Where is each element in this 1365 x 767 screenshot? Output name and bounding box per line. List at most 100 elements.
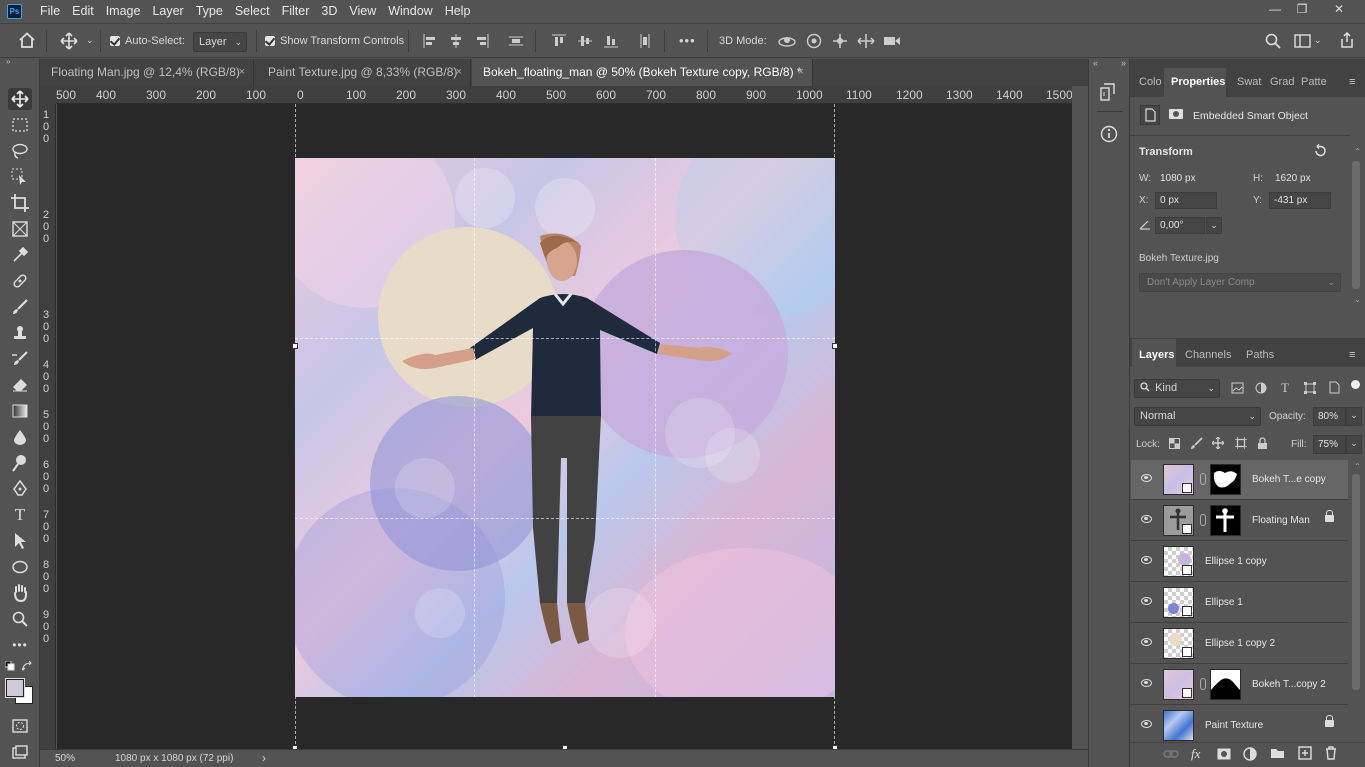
align-bottom-icon[interactable]	[604, 34, 618, 51]
healing-brush-tool-icon[interactable]	[8, 270, 32, 292]
distribute-icon[interactable]	[509, 34, 523, 51]
eyedropper-tool-icon[interactable]	[8, 244, 32, 266]
lock-all-icon[interactable]	[1257, 437, 1268, 452]
filter-type-icon[interactable]: T	[1281, 380, 1289, 396]
auto-select-dropdown[interactable]: Layer ⌄	[193, 32, 247, 52]
restore-button[interactable]: ❐	[1284, 0, 1320, 20]
blur-tool-icon[interactable]	[8, 426, 32, 448]
path-selection-tool-icon[interactable]	[8, 530, 32, 552]
fill-field[interactable]: 75%	[1313, 435, 1346, 454]
filter-pixel-icon[interactable]	[1231, 382, 1244, 397]
info-icon[interactable]	[1100, 125, 1118, 146]
layer-row-floating-man[interactable]: Floating Man	[1131, 501, 1348, 541]
distribute-vertical-icon[interactable]	[638, 34, 652, 51]
menu-edit[interactable]: Edit	[66, 0, 100, 23]
search-icon[interactable]	[1265, 33, 1281, 52]
menu-3d[interactable]: 3D	[315, 0, 343, 23]
layer-name[interactable]: Ellipse 1 copy	[1205, 556, 1267, 567]
show-transform-checkbox[interactable]	[265, 35, 275, 47]
angle-field[interactable]: 0,00°	[1155, 217, 1205, 234]
default-colors-icon[interactable]	[4, 660, 15, 674]
foreground-color-swatch[interactable]	[5, 678, 25, 698]
object-selection-tool-icon[interactable]	[8, 166, 32, 188]
menu-view[interactable]: View	[343, 0, 382, 23]
align-top-icon[interactable]	[552, 34, 566, 51]
visibility-eye-icon[interactable]	[1141, 638, 1152, 646]
document-info[interactable]: 1080 px x 1080 px (72 ppi)	[115, 753, 233, 764]
x-position-field[interactable]: 0 px	[1155, 192, 1217, 209]
transform-handle[interactable]	[292, 343, 298, 349]
visibility-eye-icon[interactable]	[1141, 720, 1152, 728]
tab-swatches[interactable]: Swat	[1237, 76, 1261, 88]
filter-adjustment-icon[interactable]	[1255, 382, 1267, 397]
move-tool-icon[interactable]	[60, 32, 78, 53]
document-canvas[interactable]	[295, 158, 835, 697]
eraser-tool-icon[interactable]	[8, 374, 32, 396]
clone-stamp-tool-icon[interactable]	[8, 322, 32, 344]
zoom-level[interactable]: 50%	[55, 753, 75, 764]
transform-handle[interactable]	[832, 343, 838, 349]
properties-scrollbar[interactable]: ⌃ ⌄	[1351, 147, 1361, 307]
history-brush-tool-icon[interactable]	[8, 348, 32, 370]
lock-position-icon[interactable]	[1211, 436, 1225, 452]
quick-mask-icon[interactable]	[8, 715, 32, 737]
brush-tool-icon[interactable]	[8, 296, 32, 318]
tab-layers[interactable]: Layers	[1139, 349, 1174, 361]
ellipse-tool-icon[interactable]	[8, 556, 32, 578]
layer-style-icon[interactable]: fx	[1191, 746, 1200, 762]
layer-name[interactable]: Bokeh T...copy 2	[1252, 679, 1326, 690]
filter-shape-icon[interactable]	[1304, 382, 1316, 397]
3d-camera-icon[interactable]	[883, 34, 901, 51]
status-menu-arrow[interactable]: ›	[262, 751, 266, 765]
blend-mode-dropdown[interactable]: Normal ⌄	[1134, 407, 1261, 426]
visibility-eye-icon[interactable]	[1141, 474, 1152, 482]
layer-name[interactable]: Floating Man	[1252, 515, 1310, 526]
3d-orbit-icon[interactable]	[778, 33, 796, 52]
layers-scrollbar[interactable]: ⌃	[1351, 462, 1361, 742]
add-mask-icon[interactable]	[1217, 748, 1231, 763]
lasso-tool-icon[interactable]	[8, 140, 32, 162]
expand-icon[interactable]: »	[1121, 58, 1126, 68]
layer-row-paint-texture[interactable]: Paint Texture	[1131, 706, 1348, 742]
chevron-down-icon[interactable]: ⌄	[86, 35, 94, 46]
menu-filter[interactable]: Filter	[276, 0, 316, 23]
layer-row-ellipse-1-copy[interactable]: Ellipse 1 copy	[1131, 542, 1348, 582]
menu-file[interactable]: File	[34, 0, 66, 23]
lock-transparent-icon[interactable]	[1169, 438, 1180, 452]
close-window-button[interactable]: ✕	[1321, 0, 1357, 20]
layer-row-bokeh-texture-copy[interactable]: Bokeh T...e copy	[1131, 460, 1348, 500]
adjustment-layer-icon[interactable]	[1243, 747, 1257, 764]
reset-transform-icon[interactable]	[1313, 143, 1327, 161]
menu-image[interactable]: Image	[100, 0, 147, 23]
layer-row-bokeh-texture-copy-2[interactable]: Bokeh T...copy 2	[1131, 665, 1348, 705]
filter-toggle[interactable]	[1351, 380, 1360, 389]
3d-slide-icon[interactable]	[857, 33, 875, 52]
3d-roll-icon[interactable]	[805, 33, 823, 52]
tab-gradients[interactable]: Grad	[1270, 76, 1294, 88]
filter-smart-object-icon[interactable]	[1329, 381, 1340, 397]
layer-name[interactable]: Ellipse 1	[1205, 597, 1243, 608]
frame-tool-icon[interactable]	[8, 218, 32, 240]
tab-color[interactable]: Colo	[1139, 76, 1162, 88]
panel-menu-icon[interactable]: ≡	[1349, 349, 1355, 361]
menu-layer[interactable]: Layer	[146, 0, 189, 23]
chevron-down-icon[interactable]: ⌄	[1346, 407, 1362, 426]
pen-tool-icon[interactable]	[8, 478, 32, 500]
y-position-field[interactable]: -431 px	[1269, 192, 1331, 209]
link-icon[interactable]	[1200, 678, 1206, 690]
hand-tool-icon[interactable]	[8, 582, 32, 604]
menu-type[interactable]: Type	[190, 0, 229, 23]
layer-mask-thumbnail[interactable]	[1210, 505, 1241, 536]
canvas-area[interactable]	[57, 104, 1072, 749]
layer-mask-thumbnail[interactable]	[1210, 669, 1241, 700]
align-middle-icon[interactable]	[578, 34, 592, 51]
opacity-field[interactable]: 80%	[1313, 407, 1346, 426]
dodge-tool-icon[interactable]	[8, 452, 32, 474]
auto-select-checkbox[interactable]	[110, 35, 120, 47]
menu-select[interactable]: Select	[229, 0, 276, 23]
chevron-up-icon[interactable]: ⌃	[1354, 147, 1361, 156]
link-icon[interactable]	[1200, 514, 1206, 526]
chevron-down-icon[interactable]: ⌄	[1314, 35, 1322, 46]
layer-comp-dropdown[interactable]: Don't Apply Layer Comp ⌄	[1139, 273, 1341, 292]
align-left-icon[interactable]	[423, 34, 437, 51]
